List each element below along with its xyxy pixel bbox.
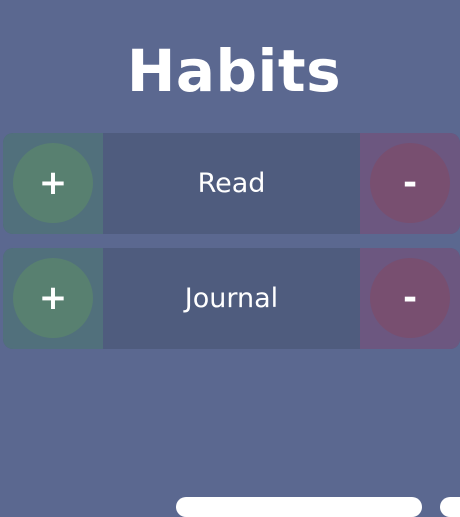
habit-name: Read xyxy=(197,168,266,199)
increment-zone[interactable]: + xyxy=(3,248,103,349)
increment-button[interactable]: + xyxy=(13,143,93,223)
bottom-input-bar[interactable] xyxy=(176,497,422,517)
decrement-zone[interactable]: - xyxy=(360,248,460,349)
habit-name: Journal xyxy=(184,283,279,314)
bottom-action-button[interactable] xyxy=(440,497,460,517)
increment-button[interactable]: + xyxy=(13,258,93,338)
decrement-button[interactable]: - xyxy=(370,258,450,338)
page-title: Habits xyxy=(126,37,342,105)
increment-zone[interactable]: + xyxy=(3,133,103,234)
decrement-zone[interactable]: - xyxy=(360,133,460,234)
habit-row-read: + Read - xyxy=(3,133,460,234)
decrement-button[interactable]: - xyxy=(370,143,450,223)
habit-row-journal: + Journal - xyxy=(3,248,460,349)
